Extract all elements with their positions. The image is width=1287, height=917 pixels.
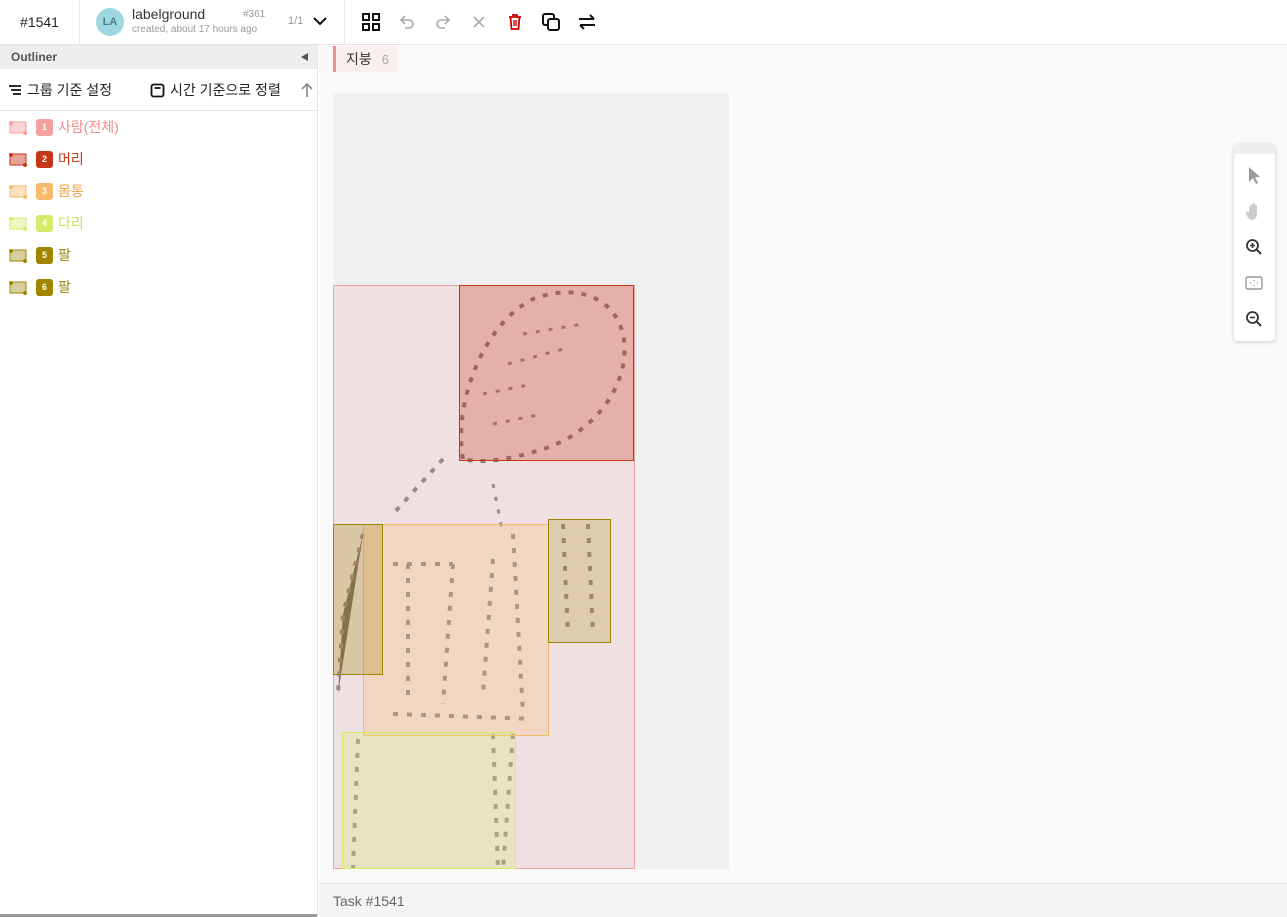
list-item[interactable]: 2 머리 [0, 143, 317, 175]
outline-list: 1 사람(전체) 2 머리 3 몸통 4 다리 5 팔 6 팔 [0, 111, 317, 303]
item-label: 팔 [58, 247, 71, 263]
polygon-icon [8, 215, 29, 232]
outliner-title: Outliner [11, 50, 58, 64]
close-icon[interactable] [468, 11, 490, 33]
arrow-up-icon[interactable] [300, 82, 314, 98]
list-item[interactable]: 6 팔 [0, 271, 317, 303]
undo-icon[interactable] [396, 11, 418, 33]
task-id: #1541 [0, 0, 80, 45]
list-item[interactable]: 4 다리 [0, 207, 317, 239]
delete-icon[interactable] [504, 11, 526, 33]
group-setting-label: 그룹 기준 설정 [27, 82, 113, 98]
top-bar: #1541 LA labelground created, about 17 h… [0, 0, 1287, 45]
swap-icon[interactable] [576, 11, 598, 33]
bbox-head[interactable] [459, 285, 634, 461]
item-label: 다리 [58, 215, 84, 231]
item-number-badge: 4 [36, 214, 53, 232]
class-tag[interactable]: 지붕 6 [333, 46, 397, 72]
hand-icon[interactable] [1243, 200, 1265, 222]
annotation-image[interactable] [333, 94, 729, 869]
pointer-icon[interactable] [1243, 164, 1265, 186]
user-number: #361 [243, 9, 266, 20]
bbox-arm-right[interactable] [548, 519, 611, 643]
canvas-workspace[interactable]: 지붕 6 [319, 46, 1287, 883]
item-label: 머리 [58, 151, 84, 167]
item-number-badge: 1 [36, 118, 53, 136]
outliner-header: Outliner [0, 45, 317, 69]
list-item[interactable]: 1 사람(전체) [0, 111, 317, 143]
polygon-icon [8, 279, 29, 296]
polygon-icon [8, 151, 29, 168]
grid-icon[interactable] [360, 11, 382, 33]
item-label: 몸통 [58, 183, 84, 199]
created-timestamp: created, about 17 hours ago [132, 24, 258, 35]
tool-panel [1234, 144, 1275, 341]
outliner-panel: Outliner 그룹 기준 설정 시간 기준으로 정렬 1 사람(전체) 2 [0, 45, 318, 917]
copy-icon[interactable] [540, 11, 562, 33]
divider [344, 0, 345, 45]
bbox-legs[interactable] [342, 732, 516, 869]
bbox-torso[interactable] [363, 524, 549, 736]
sort-box-icon [150, 83, 165, 97]
item-label: 사람(전체) [58, 119, 119, 135]
item-label: 팔 [58, 279, 71, 295]
polygon-icon [8, 183, 29, 200]
chevron-down-icon[interactable] [311, 12, 329, 30]
list-item[interactable]: 3 몸통 [0, 175, 317, 207]
status-bar: Task #1541 [319, 883, 1287, 917]
avatar[interactable]: LA [96, 8, 124, 36]
collapse-icon[interactable] [301, 53, 308, 61]
group-setting-button[interactable]: 그룹 기준 설정 [8, 80, 112, 100]
fit-icon[interactable] [1243, 272, 1265, 294]
outliner-controls: 그룹 기준 설정 시간 기준으로 정렬 [0, 69, 317, 111]
zoom-in-icon[interactable] [1243, 236, 1265, 258]
zoom-out-icon[interactable] [1243, 308, 1265, 330]
list-icon [9, 85, 21, 95]
sort-by-time-button[interactable]: 시간 기준으로 정렬 [150, 80, 281, 100]
polygon-icon [8, 247, 29, 264]
class-tag-count: 6 [381, 51, 389, 67]
page-count: 1/1 [288, 15, 304, 27]
redo-icon[interactable] [432, 11, 454, 33]
bbox-arm-left[interactable] [333, 524, 383, 675]
item-number-badge: 5 [36, 246, 53, 264]
tool-panel-handle[interactable] [1234, 144, 1275, 154]
class-tag-name: 지붕 [346, 51, 372, 67]
item-number-badge: 6 [36, 278, 53, 296]
item-number-badge: 2 [36, 150, 53, 168]
user-name: labelground [132, 6, 206, 22]
task-label: Task #1541 [333, 893, 405, 909]
polygon-icon [8, 119, 29, 136]
list-item[interactable]: 5 팔 [0, 239, 317, 271]
sort-label: 시간 기준으로 정렬 [170, 82, 281, 98]
item-number-badge: 3 [36, 182, 53, 200]
